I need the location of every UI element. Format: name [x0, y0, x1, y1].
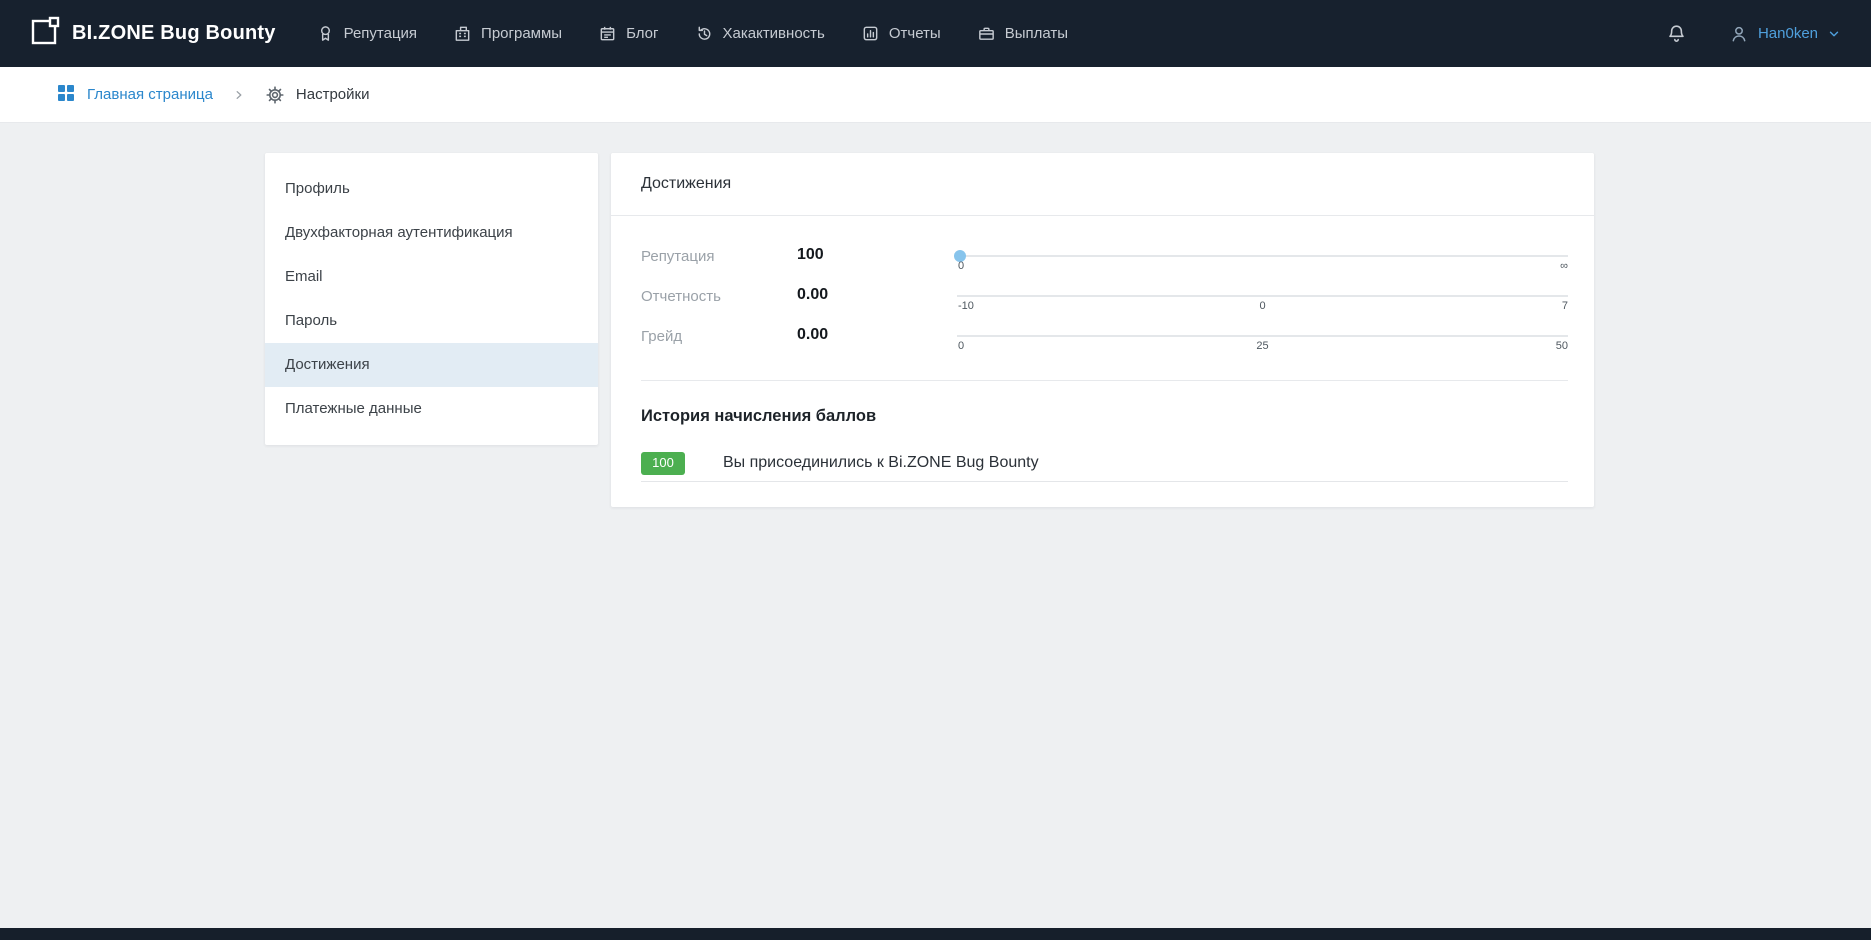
scale-max: 50	[1556, 340, 1568, 352]
nav-item-label: Хакактивность	[723, 25, 825, 42]
slider-track	[957, 255, 1568, 257]
reputation-slider[interactable]: 0 ∞	[957, 246, 1568, 282]
scale-min: 0	[958, 340, 964, 352]
nav-item-programs[interactable]: Программы	[453, 24, 562, 43]
metric-row-reporting: Отчетность 0.00 -10 0 7	[641, 286, 1568, 326]
nav-item-payments[interactable]: Выплаты	[977, 24, 1068, 43]
payments-icon	[977, 24, 996, 43]
nav-item-reports[interactable]: Отчеты	[861, 24, 941, 43]
programs-icon	[453, 24, 472, 43]
reports-icon	[861, 24, 880, 43]
slider-scale: 0 25 50	[957, 340, 1568, 354]
history-item-text: Вы присоединились к Bi.ZONE Bug Bounty	[723, 454, 1039, 472]
menu-item-password[interactable]: Пароль	[265, 299, 598, 343]
gear-icon	[265, 85, 285, 105]
navbar-right: Han0ken	[1666, 23, 1841, 44]
nav-item-label: Отчеты	[889, 25, 941, 42]
menu-item-payment-details[interactable]: Платежные данные	[265, 387, 598, 431]
menu-item-profile[interactable]: Профиль	[265, 167, 598, 211]
nav-item-reputation[interactable]: Репутация	[316, 24, 417, 43]
metric-label: Грейд	[641, 326, 797, 345]
hacktivity-icon	[695, 24, 714, 43]
metric-value: 0.00	[797, 286, 957, 304]
brand[interactable]: BI.ZONE Bug Bounty	[30, 16, 276, 51]
top-navbar: BI.ZONE Bug Bounty Репутация Программы	[0, 0, 1871, 67]
chevron-down-icon	[1827, 27, 1841, 41]
main-content: Профиль Двухфакторная аутентификация Ema…	[0, 123, 1871, 928]
slider-track	[957, 295, 1568, 297]
slider-scale: 0 ∞	[957, 260, 1568, 274]
bizone-logo-icon	[30, 16, 60, 51]
menu-item-two-factor[interactable]: Двухфакторная аутентификация	[265, 211, 598, 255]
breadcrumb-home-label: Главная страница	[87, 86, 213, 103]
achievements-card: Достижения Репутация 100 0 ∞	[611, 153, 1594, 507]
footer-strip	[0, 928, 1871, 940]
dashboard-icon	[56, 83, 76, 107]
breadcrumb: Главная страница Настройки	[0, 67, 1871, 123]
history-row: 100 Вы присоединились к Bi.ZONE Bug Boun…	[641, 426, 1568, 482]
metrics-section: Репутация 100 0 ∞ Отчетность 0.00	[611, 216, 1594, 380]
settings-menu-card: Профиль Двухфакторная аутентификация Ema…	[265, 153, 598, 445]
nav-item-label: Программы	[481, 25, 562, 42]
history-title: История начисления баллов	[641, 380, 1568, 426]
nav-item-label: Выплаты	[1005, 25, 1068, 42]
reputation-icon	[316, 24, 335, 43]
slider-scale: -10 0 7	[957, 300, 1568, 314]
scale-min: 0	[958, 260, 964, 272]
breadcrumb-current: Настройки	[265, 85, 370, 105]
metric-label: Репутация	[641, 246, 797, 265]
nav-item-label: Блог	[626, 25, 658, 42]
nav-item-hacktivity[interactable]: Хакактивность	[695, 24, 825, 43]
metric-row-reputation: Репутация 100 0 ∞	[641, 246, 1568, 286]
user-icon	[1729, 24, 1749, 44]
nav-item-label: Репутация	[344, 25, 417, 42]
scale-max: 7	[1562, 300, 1568, 312]
scale-max: ∞	[1560, 260, 1568, 272]
metric-value: 100	[797, 246, 957, 264]
page: BI.ZONE Bug Bounty Репутация Программы	[0, 0, 1871, 940]
points-badge: 100	[641, 452, 685, 475]
brand-title: BI.ZONE Bug Bounty	[72, 22, 276, 45]
slider-track	[957, 335, 1568, 337]
grade-slider[interactable]: 0 25 50	[957, 326, 1568, 362]
user-menu[interactable]: Han0ken	[1729, 24, 1841, 44]
notifications-bell-icon[interactable]	[1666, 23, 1687, 44]
username: Han0ken	[1758, 25, 1818, 42]
main-nav: Репутация Программы Блог	[316, 24, 1068, 43]
menu-item-achievements[interactable]: Достижения	[265, 343, 598, 387]
metric-value: 0.00	[797, 326, 957, 344]
metric-label: Отчетность	[641, 286, 797, 305]
breadcrumb-separator-icon	[233, 89, 245, 101]
blog-icon	[598, 24, 617, 43]
scale-mid: 0	[1259, 300, 1265, 312]
menu-item-email[interactable]: Email	[265, 255, 598, 299]
nav-item-blog[interactable]: Блог	[598, 24, 658, 43]
scale-min: -10	[958, 300, 974, 312]
card-title: Достижения	[611, 153, 1594, 216]
breadcrumb-current-label: Настройки	[296, 86, 370, 103]
breadcrumb-home-link[interactable]: Главная страница	[56, 83, 213, 107]
scale-mid: 25	[1256, 340, 1268, 352]
metric-row-grade: Грейд 0.00 0 25 50	[641, 326, 1568, 366]
reporting-slider[interactable]: -10 0 7	[957, 286, 1568, 322]
